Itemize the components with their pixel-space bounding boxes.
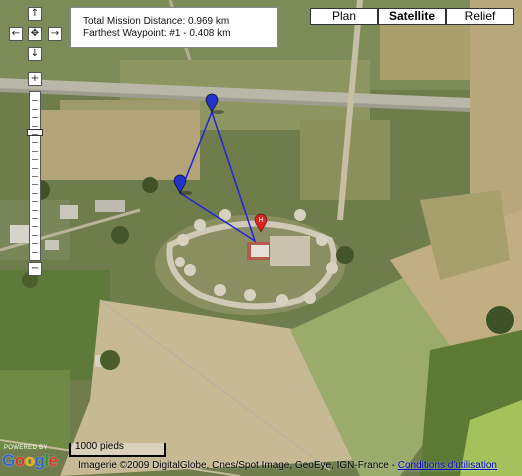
zoom-tick [32,252,38,253]
pan-down-button[interactable]: ↓ [28,47,42,61]
zoom-tick [32,218,38,219]
terms-link[interactable]: Conditions d'utilisation [398,460,497,471]
pan-right-button[interactable]: → [48,27,62,41]
zoom-tick [32,151,38,152]
route-line [179,111,257,243]
pan-center-button[interactable]: ✥ [28,27,42,41]
zoom-tick [32,210,38,211]
home-marker-label: H [258,217,263,224]
waypoint-marker-1[interactable] [205,93,224,114]
map-type-plan-button[interactable]: Plan [310,8,378,25]
map-type-relief-button[interactable]: Relief [446,8,514,25]
zoom-tick [32,100,38,101]
zoom-tick [32,193,38,194]
zoom-tick [32,134,38,135]
zoom-slider[interactable] [27,91,43,261]
zoom-tick [32,159,38,160]
mission-route: H [173,93,268,243]
zoom-tick [32,117,38,118]
scale-label: 1000 pieds [75,441,124,452]
zoom-tick [32,184,38,185]
total-distance-text: Total Mission Distance: 0.969 km [83,16,230,27]
zoom-tick [32,201,38,202]
zoom-tick [32,226,38,227]
zoom-out-button[interactable]: − [28,262,42,276]
zoom-in-button[interactable]: + [28,72,42,86]
google-logo[interactable]: Google [2,451,58,471]
zoom-tick [32,109,38,110]
farthest-waypoint-text: Farthest Waypoint: #1 - 0.408 km [83,28,231,39]
copyright-notice: Imagerie ©2009 DigitalGlobe, Cnes/Spot I… [78,460,497,471]
zoom-tick [32,142,38,143]
map-type-satellite-button[interactable]: Satellite [378,8,446,25]
copyright-text: Imagerie ©2009 DigitalGlobe, Cnes/Spot I… [78,460,398,471]
zoom-tick [32,176,38,177]
zoom-tick [32,126,38,127]
pan-up-button[interactable]: ↑ [28,7,42,21]
home-marker[interactable]: H [254,213,268,233]
zoom-tick [32,235,38,236]
waypoint-marker-2[interactable] [173,174,192,195]
mission-info-box: Total Mission Distance: 0.969 km Farthes… [70,7,278,48]
pan-left-button[interactable]: ← [9,27,23,41]
zoom-tick [32,168,38,169]
satellite-map[interactable]: H ↑ ← ✥ → ↓ + − Total Mission Distance: … [0,0,522,476]
zoom-tick [32,243,38,244]
